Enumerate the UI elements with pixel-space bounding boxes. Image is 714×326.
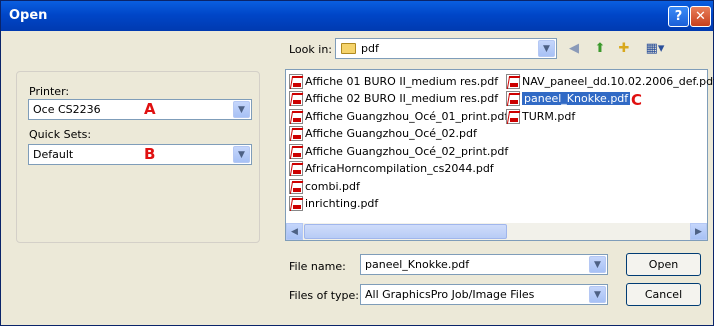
quicksets-label: Quick Sets: bbox=[29, 128, 92, 141]
list-item[interactable]: Affiche 02 BURO II_medium res.pdf bbox=[289, 90, 498, 107]
chevron-down-icon[interactable]: ▼ bbox=[538, 40, 555, 57]
list-item[interactable]: AfricaHorncompilation_cs2044.pdf bbox=[289, 160, 494, 177]
pdf-file-icon bbox=[289, 161, 303, 176]
marker-b: B bbox=[144, 145, 156, 163]
pdf-file-icon bbox=[289, 74, 303, 89]
pdf-file-icon bbox=[289, 126, 303, 141]
list-item[interactable]: Affiche Guangzhou_Océ_01_print.pdf bbox=[289, 108, 508, 125]
list-item[interactable]: inrichting.pdf bbox=[289, 195, 378, 212]
lookin-value: pdf bbox=[361, 42, 379, 55]
open-button[interactable]: Open bbox=[626, 253, 701, 276]
close-button[interactable]: ✕ bbox=[690, 6, 711, 27]
file-list[interactable]: Affiche 01 BURO II_medium res.pdf Affich… bbox=[285, 69, 714, 241]
cancel-button[interactable]: Cancel bbox=[626, 283, 701, 306]
list-item[interactable]: Affiche Guangzhou_Océ_02_print.pdf bbox=[289, 143, 508, 160]
pdf-file-icon bbox=[289, 196, 303, 211]
view-menu-icon[interactable]: ▦▾ bbox=[641, 39, 669, 57]
quicksets-value: Default bbox=[33, 148, 74, 161]
lookin-label: Look in: bbox=[289, 43, 332, 56]
scroll-thumb[interactable] bbox=[304, 224, 507, 239]
chevron-down-icon[interactable]: ▼ bbox=[589, 286, 606, 303]
pdf-file-icon bbox=[289, 144, 303, 159]
pdf-file-icon bbox=[506, 74, 520, 89]
list-item[interactable]: Affiche 01 BURO II_medium res.pdf bbox=[289, 73, 498, 90]
list-item-selected[interactable]: paneel_Knokke.pdf bbox=[506, 90, 631, 107]
marker-a: A bbox=[144, 100, 156, 118]
pdf-file-icon bbox=[289, 91, 303, 106]
filetype-select[interactable]: All GraphicsPro Job/Image Files ▼ bbox=[360, 284, 608, 305]
list-item[interactable]: NAV_paneel_dd.10.02.2006_def.pdf bbox=[506, 73, 714, 90]
marker-c: C bbox=[631, 91, 643, 109]
chevron-down-icon[interactable]: ▼ bbox=[589, 256, 606, 273]
list-item[interactable]: Affiche Guangzhou_Océ_02.pdf bbox=[289, 125, 477, 142]
filetype-label: Files of type: bbox=[289, 289, 360, 302]
pdf-file-icon bbox=[289, 179, 303, 194]
filename-value: paneel_Knokke.pdf bbox=[365, 258, 470, 271]
open-dialog: Open ? ✕ Printer: Oce CS2236 ▼ A Quick S… bbox=[0, 0, 714, 326]
new-folder-icon[interactable]: ✚ bbox=[615, 39, 633, 57]
horizontal-scrollbar[interactable]: ◀ ▶ bbox=[286, 223, 707, 240]
printer-select[interactable]: Oce CS2236 ▼ bbox=[28, 99, 252, 120]
chevron-down-icon[interactable]: ▼ bbox=[233, 146, 250, 163]
pdf-file-icon bbox=[506, 91, 520, 106]
printer-value: Oce CS2236 bbox=[33, 103, 101, 116]
scroll-left-icon[interactable]: ◀ bbox=[286, 223, 303, 240]
filename-label: File name: bbox=[289, 260, 346, 273]
folder-icon bbox=[341, 43, 356, 54]
scroll-right-icon[interactable]: ▶ bbox=[690, 223, 707, 240]
quicksets-select[interactable]: Default ▼ bbox=[28, 144, 252, 165]
list-item[interactable]: combi.pdf bbox=[289, 178, 360, 195]
pdf-file-icon bbox=[289, 109, 303, 124]
printer-label: Printer: bbox=[29, 85, 70, 98]
pdf-file-icon bbox=[506, 109, 520, 124]
dialog-title: Open bbox=[9, 8, 48, 23]
back-icon[interactable]: ◀ bbox=[565, 39, 583, 57]
lookin-select[interactable]: pdf ▼ bbox=[335, 38, 557, 59]
chevron-down-icon[interactable]: ▼ bbox=[233, 101, 250, 118]
title-bar: Open ? ✕ bbox=[1, 1, 713, 31]
filetype-value: All GraphicsPro Job/Image Files bbox=[365, 288, 535, 301]
up-folder-icon[interactable]: ⬆ bbox=[591, 39, 609, 57]
list-item[interactable]: TURM.pdf bbox=[506, 108, 575, 125]
help-button[interactable]: ? bbox=[668, 6, 689, 27]
filename-input[interactable]: paneel_Knokke.pdf ▼ bbox=[360, 254, 608, 275]
